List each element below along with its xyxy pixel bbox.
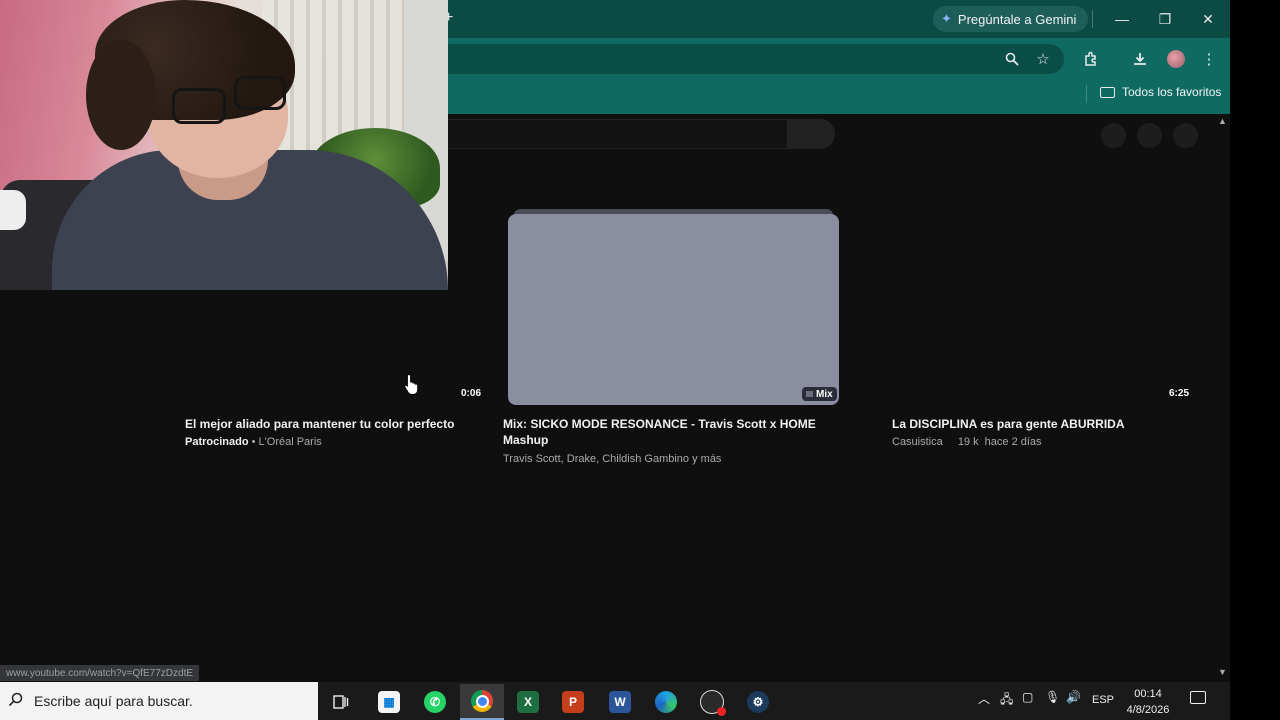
youtube-search-input[interactable] [448, 119, 788, 149]
volume-icon[interactable]: 🔊 [1066, 690, 1081, 704]
link-status-bar: www.youtube.com/watch?v=QfE77zDzdtE [0, 665, 200, 681]
restore-button[interactable]: ❐ [1150, 7, 1180, 31]
mix-thumbnail[interactable] [508, 209, 839, 405]
ask-gemini-button[interactable]: ✦ Pregúntale a Gemini [933, 6, 1089, 32]
webcam-glasses-left [172, 88, 226, 124]
scroll-up-arrow[interactable]: ▲ [1218, 116, 1227, 126]
chrome-app-button[interactable] [460, 684, 504, 720]
minimize-button[interactable]: — [1107, 7, 1137, 31]
youtube-header-button-2[interactable] [1137, 123, 1162, 148]
view-count: 19 k [957, 436, 979, 448]
upload-age: hace 2 días [984, 436, 1042, 448]
clock-date: 4/8/2026 [1126, 704, 1170, 716]
obs-app-button[interactable] [690, 684, 734, 720]
edge-icon [655, 691, 677, 713]
all-bookmarks-folder[interactable]: Todos los favoritos [1100, 85, 1221, 99]
bookmarks-divider [1086, 85, 1087, 103]
whatsapp-icon: ✆ [424, 691, 446, 713]
edge-app-button[interactable] [644, 684, 688, 720]
youtube-header-button-3[interactable] [1173, 123, 1198, 148]
video-title[interactable]: Mix: SICKO MODE RESONANCE - Travis Scott… [503, 416, 816, 448]
word-app-button[interactable]: W [598, 684, 642, 720]
folder-icon [1100, 86, 1115, 98]
video-duration: 0:06 [461, 388, 482, 399]
youtube-header-button-1[interactable] [1101, 123, 1126, 148]
show-hidden-icons-chevron-icon[interactable]: ︿ [978, 690, 990, 707]
video-thumbnail[interactable] [508, 214, 839, 405]
steam-icon: ⚙ [747, 691, 769, 713]
clock-time: 00:14 [1134, 688, 1162, 700]
address-bar[interactable] [448, 44, 1064, 74]
channel-name[interactable]: Travis Scott, Drake, Childish Gambino y … [503, 453, 721, 465]
scroll-down-arrow[interactable]: ▼ [1218, 667, 1227, 677]
obs-icon [700, 690, 726, 716]
browser-menu-icon[interactable]: ⋮ [1198, 48, 1220, 70]
taskbar-search-box[interactable]: Escribe aquí para buscar. [0, 682, 318, 720]
ask-gemini-label: Pregúntale a Gemini [957, 11, 1077, 27]
video-duration: 6:25 [1169, 388, 1190, 399]
extensions-icon[interactable] [1080, 48, 1102, 70]
hand-cursor-icon [404, 373, 419, 395]
mix-badge: Mix [802, 387, 837, 401]
task-view-button[interactable] [319, 684, 363, 720]
screen-border-right [1230, 0, 1280, 720]
microphone-icon[interactable]: 🎙 [1045, 690, 1060, 704]
excel-app-button[interactable]: X [506, 684, 550, 720]
video-title[interactable]: La DISCIPLINA es para gente ABURRIDA [892, 416, 1124, 432]
powerpoint-icon: P [562, 691, 584, 713]
bookmark-star-icon[interactable]: ☆ [1032, 48, 1054, 70]
webcam-person-hair-side [86, 40, 156, 150]
word-icon: W [609, 691, 631, 713]
desktop-screen: + ✦ Pregúntale a Gemini — ❐ ✕ ☆ ⋮ Todos … [0, 0, 1230, 720]
download-icon[interactable] [1129, 48, 1151, 70]
sponsored-label: Patrocinado [185, 436, 249, 448]
taskbar-search-placeholder: Escribe aquí para buscar. [34, 693, 193, 709]
webcam-object [0, 190, 26, 230]
gemini-spark-icon: ✦ [941, 11, 952, 26]
notification-center-icon[interactable] [1190, 691, 1206, 704]
search-icon [8, 692, 30, 711]
channel-name[interactable]: Casuistica [892, 436, 943, 448]
profile-avatar[interactable] [1167, 50, 1185, 68]
meet-now-icon[interactable]: ▢ [1022, 690, 1033, 704]
zoom-icon[interactable] [1001, 48, 1023, 70]
youtube-search-button[interactable] [788, 119, 835, 149]
whatsapp-app-button[interactable]: ✆ [413, 684, 457, 720]
steam-app-button[interactable]: ⚙ [736, 684, 780, 720]
video-meta: Patrocinado • L'Oréal Paris [185, 436, 322, 448]
store-app-button[interactable]: ▦ [367, 684, 411, 720]
network-icon[interactable]: 🖧 [1000, 690, 1013, 711]
input-language[interactable]: ESP [1092, 694, 1114, 706]
video-title[interactable]: El mejor aliado para mantener tu color p… [185, 416, 454, 432]
video-title-line: Mashup [503, 433, 549, 447]
close-button[interactable]: ✕ [1193, 7, 1223, 31]
all-bookmarks-label: Todos los favoritos [1122, 85, 1222, 99]
chrome-icon [471, 690, 493, 712]
video-title-line: Mix: SICKO MODE RESONANCE - Travis Scott… [503, 417, 816, 431]
excel-icon: X [517, 691, 539, 713]
channel-name[interactable]: • L'Oréal Paris [249, 436, 322, 448]
store-icon: ▦ [378, 691, 400, 713]
titlebar-divider [1092, 10, 1093, 28]
webcam-overlay [0, 0, 448, 290]
powerpoint-app-button[interactable]: P [551, 684, 595, 720]
video-meta: Casuistica 19 k hace 2 días [892, 436, 1042, 448]
webcam-glasses-right [234, 76, 286, 110]
taskbar-clock[interactable]: 00:14 4/8/2026 [1120, 686, 1176, 718]
